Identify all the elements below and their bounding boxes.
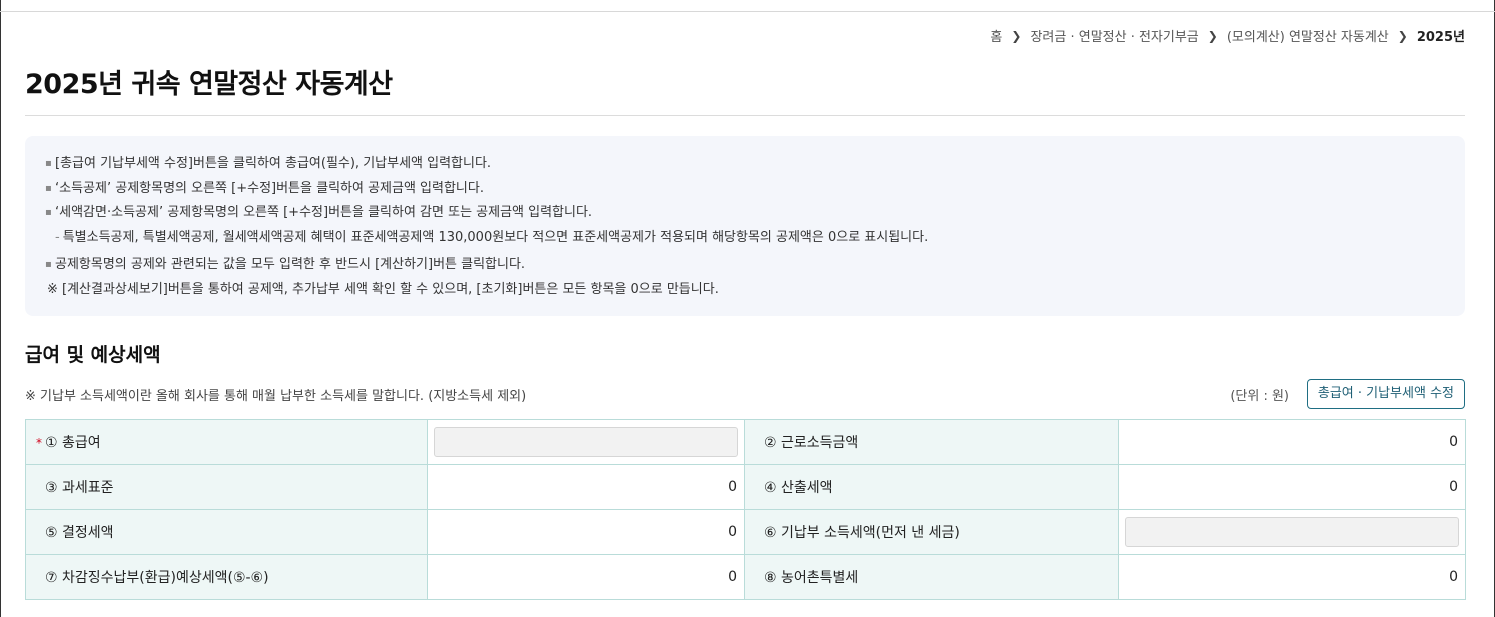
expected-tax-value: 0: [427, 554, 745, 600]
rural-special-tax-value: 0: [1118, 554, 1466, 600]
bullet-icon: ▪: [45, 182, 52, 194]
notice-text: 공제항목명의 공제와 관련되는 값을 모두 입력한 후 반드시 [계산하기]버튼…: [55, 257, 526, 272]
table-row: ⑤ 결정세액 0 ⑥ 기납부 소득세액(먼저 낸 세금): [25, 509, 1466, 555]
prepaid-tax-field[interactable]: [1125, 517, 1459, 547]
notice-footnote: ※ [계산결과상세보기]버튼을 통하여 공제액, 추가납부 세액 확인 할 수 …: [45, 282, 1465, 307]
table-label: ⑧ 농어촌특별세: [744, 554, 1119, 600]
breadcrumb-simulation[interactable]: (모의계산) 연말정산 자동계산: [1227, 26, 1389, 45]
tax-base-value: 0: [427, 464, 745, 510]
bullet-icon: ▪: [45, 259, 52, 270]
notice-item: ▪ 공제항목명의 공제와 관련되는 값을 모두 입력한 후 반드시 [계산하기]버…: [45, 257, 1465, 282]
table-label: ⑤ 결정세액: [25, 509, 428, 555]
withheld-tax-note: ※ 기납부 소득세액이란 올해 회사를 통해 매월 납부한 소득세를 말합니다.…: [25, 389, 527, 404]
calculated-tax-value: 0: [1118, 464, 1466, 510]
notice-text: ‘소득공제’ 공제항목명의 오른쪽 [+수정]버튼을 클릭하여 공제금액 입력합…: [55, 180, 484, 196]
notice-box: ▪ [총급여 기납부세액 수정]버튼을 클릭하여 총급여(필수), 기납부세액 입…: [25, 136, 1465, 316]
notice-item: ▪ ‘소득공제’ 공제항목명의 오른쪽 [+수정]버튼을 클릭하여 공제금액 입력…: [45, 181, 1465, 206]
table-row: ⑦ 차감징수납부(환급)예상세액(⑤-⑥) 0 ⑧ 농어촌특별세 0: [25, 554, 1466, 600]
breadcrumb: 홈 ❯ 장려금 · 연말정산 · 전자기부금 ❯ (모의계산) 연말정산 자동계…: [990, 26, 1465, 46]
table-input-cell: [1118, 509, 1466, 555]
dash-icon: -: [55, 229, 60, 245]
chevron-right-icon: ❯: [1207, 28, 1218, 43]
table-row: ③ 과세표준 0 ④ 산출세액 0: [25, 464, 1466, 510]
notice-text: ‘세액감면·소득공제’ 공제항목명의 오른쪽 [+수정]버튼을 클릭하여 감면 …: [55, 205, 593, 220]
table-row: * ① 총급여 ② 근로소득금액 0: [25, 419, 1466, 465]
chevron-right-icon: ❯: [1011, 28, 1022, 43]
table-label: ⑥ 기납부 소득세액(먼저 낸 세금): [744, 509, 1119, 555]
table-label: ④ 산출세액: [744, 464, 1119, 510]
notice-subitem: - 특별소득공제, 특별세액공제, 월세액세액공제 혜택이 표준세액공제액 130…: [45, 230, 1465, 255]
total-salary-field[interactable]: [434, 427, 738, 457]
page-title: 2025년 귀속 연말정산 자동계산: [25, 69, 393, 100]
breadcrumb-category[interactable]: 장려금 · 연말정산 · 전자기부금: [1030, 26, 1198, 45]
unit-label: (단위 : 원): [1230, 389, 1289, 404]
breadcrumb-home[interactable]: 홈: [990, 26, 1002, 45]
notice-text: 특별소득공제, 특별세액공제, 월세액세액공제 혜택이 표준세액공제액 130,…: [62, 229, 929, 245]
table-label: ② 근로소득금액: [744, 419, 1119, 465]
bullet-icon: ▪: [45, 158, 52, 169]
notice-item: ▪ ‘세액감면·소득공제’ 공제항목명의 오른쪽 [+수정]버튼을 클릭하여 감면…: [45, 205, 1465, 230]
breadcrumb-current: 2025년: [1416, 30, 1465, 45]
notice-text: [총급여 기납부세액 수정]버튼을 클릭하여 총급여(필수), 기납부세액 입력…: [55, 156, 492, 171]
section-title: 급여 및 예상세액: [25, 344, 161, 366]
notice-text: ※ [계산결과상세보기]버튼을 통하여 공제액, 추가납부 세액 확인 할 수 …: [47, 281, 719, 297]
determined-tax-value: 0: [427, 509, 745, 555]
chevron-right-icon: ❯: [1397, 28, 1408, 43]
notice-item: ▪ [총급여 기납부세액 수정]버튼을 클릭하여 총급여(필수), 기납부세액 입…: [45, 156, 1465, 181]
edit-salary-tax-button[interactable]: 총급여 · 기납부세액 수정: [1306, 379, 1465, 409]
total-salary-label: ① 총급여: [45, 435, 101, 451]
bullet-icon: ▪: [45, 207, 52, 218]
table-input-cell: [427, 419, 745, 465]
table-label: ⑦ 차감징수납부(환급)예상세액(⑤-⑥): [25, 554, 428, 600]
earned-income-value: 0: [1118, 419, 1466, 465]
required-mark: *: [36, 436, 42, 450]
table-label: * ① 총급여: [25, 419, 428, 465]
table-label: ③ 과세표준: [25, 464, 428, 510]
top-divider: [0, 11, 1495, 12]
title-divider: [25, 115, 1465, 116]
salary-tax-table: * ① 총급여 ② 근로소득금액 0 ③ 과세표준 0 ④ 산출세액 0 ⑤ 결정…: [25, 419, 1466, 600]
